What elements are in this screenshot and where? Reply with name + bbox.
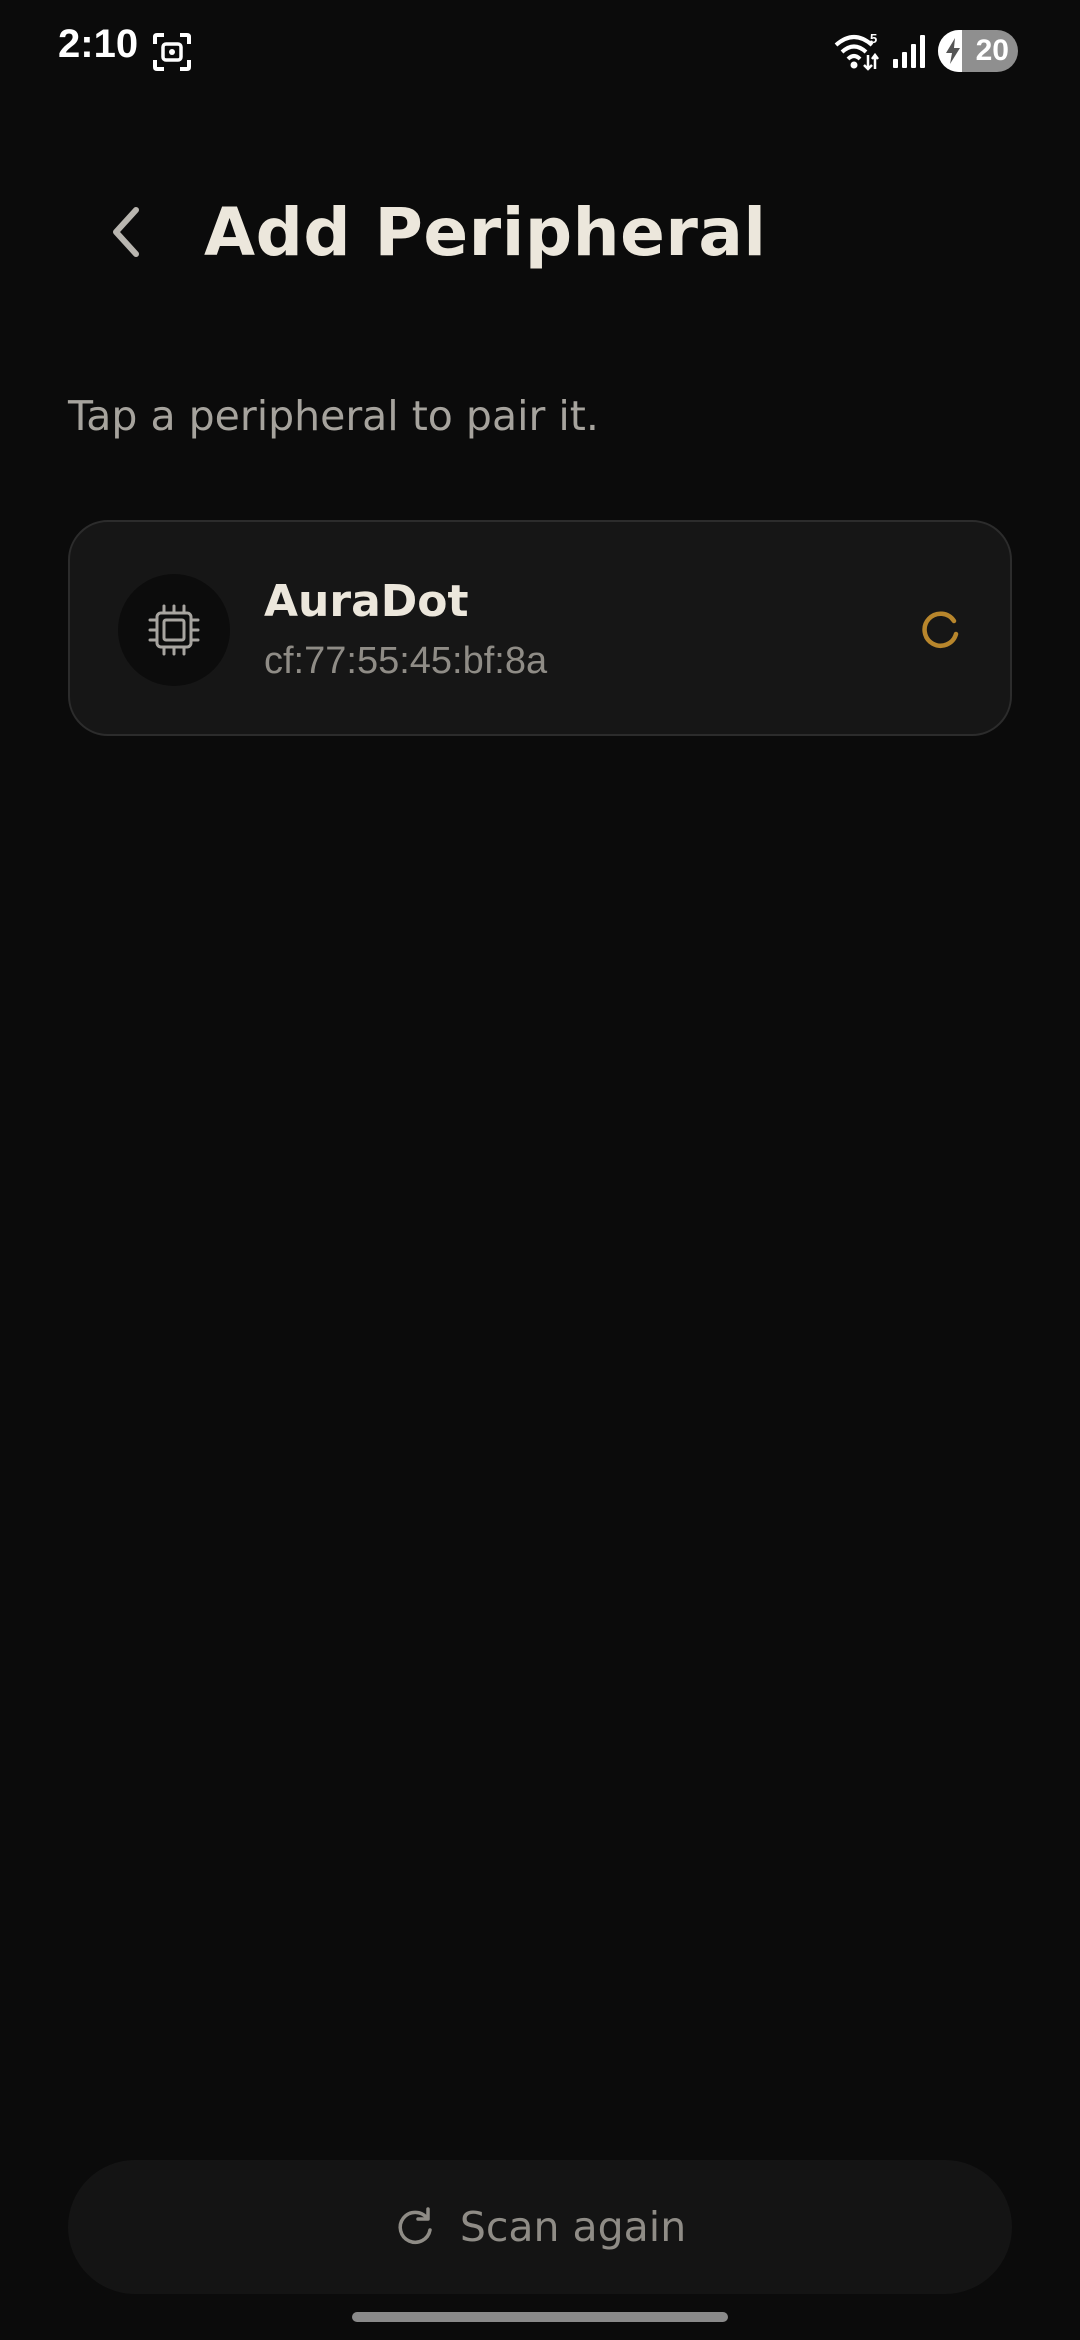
device-icon-container xyxy=(118,574,230,686)
status-bar: 2:10 5 20 xyxy=(0,0,1080,100)
back-button[interactable] xyxy=(88,194,164,270)
chip-icon xyxy=(148,604,200,656)
svg-text:5: 5 xyxy=(870,31,877,46)
chevron-left-icon xyxy=(113,207,139,257)
charging-bolt-icon xyxy=(946,38,960,64)
signal-icon xyxy=(893,35,925,68)
device-name: AuraDot xyxy=(264,576,469,627)
scan-again-label: Scan again xyxy=(459,2203,687,2251)
scan-again-button[interactable]: Scan again xyxy=(68,2160,1012,2294)
refresh-icon xyxy=(398,2207,432,2245)
device-address: cf:77:55:45:bf:8a xyxy=(264,640,548,682)
home-indicator[interactable] xyxy=(352,2312,728,2322)
battery-icon: 20 xyxy=(938,30,1018,72)
device-list-item[interactable]: AuraDot cf:77:55:45:bf:8a xyxy=(68,520,1012,736)
wifi-icon: 5 xyxy=(834,31,879,71)
page-title: Add Peripheral xyxy=(204,194,767,271)
screenshot-icon xyxy=(153,33,191,71)
status-icons: 5 20 xyxy=(834,28,1018,74)
instruction-text: Tap a peripheral to pair it. xyxy=(68,392,599,440)
battery-level: 20 xyxy=(975,34,1009,67)
spinner-icon xyxy=(922,611,959,648)
status-time: 2:10 xyxy=(58,22,139,66)
